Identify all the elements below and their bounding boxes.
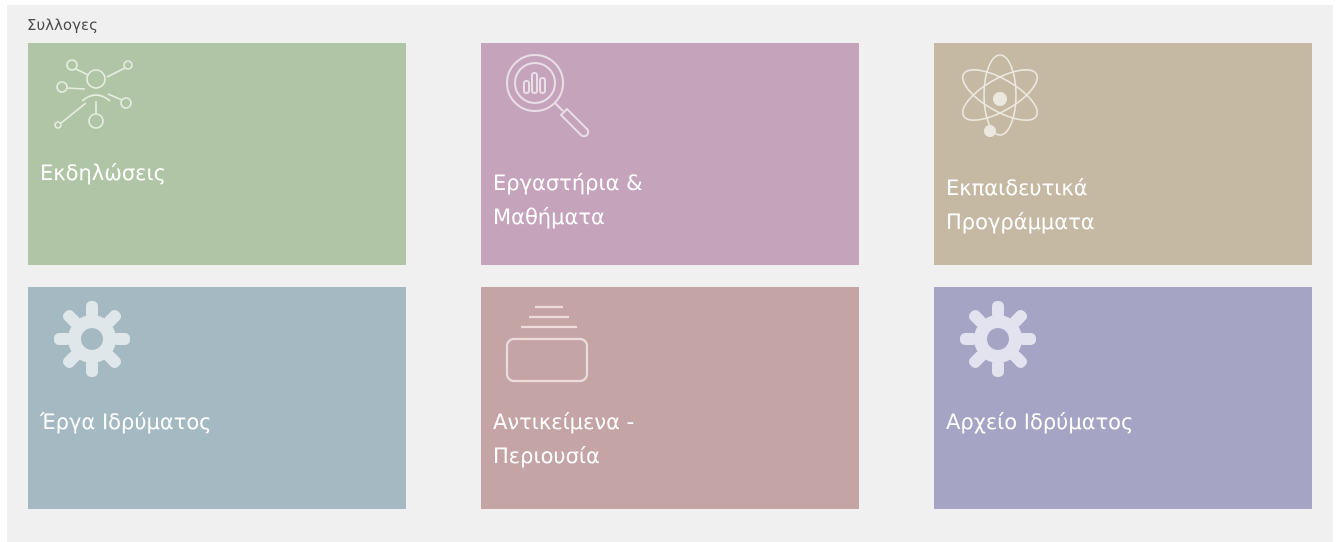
tile-label: Αρχείο Ιδρύματος bbox=[946, 410, 1134, 434]
tile-educational-programs[interactable]: Εκπαιδευτικά Προγράμματα bbox=[934, 43, 1312, 265]
tile-label: Εκπαιδευτικά Προγράμματα bbox=[946, 176, 1095, 234]
collections-panel: Συλλογες Εκδηλώσεις Εργαστήρια & Μαθήματ… bbox=[7, 5, 1333, 542]
atom-icon bbox=[956, 51, 1046, 145]
magnifier-chart-icon bbox=[503, 51, 593, 145]
tile-foundation-archive[interactable]: Αρχείο Ιδρύματος bbox=[934, 287, 1312, 509]
tile-foundation-works[interactable]: Έργα Ιδρύματος bbox=[28, 287, 406, 509]
stacked-box-icon bbox=[503, 295, 593, 389]
tile-label: Έργα Ιδρύματος bbox=[40, 410, 212, 434]
tile-objects-property[interactable]: Αντικείμενα - Περιουσία bbox=[481, 287, 859, 509]
network-people-icon bbox=[52, 51, 136, 139]
gear-icon bbox=[956, 297, 1040, 385]
section-title: Συλλογες bbox=[27, 16, 98, 34]
gear-icon bbox=[50, 297, 134, 385]
tile-label: Αντικείμενα - Περιουσία bbox=[493, 410, 635, 468]
tile-events[interactable]: Εκδηλώσεις bbox=[28, 43, 406, 265]
tile-label: Εργαστήρια & Μαθήματα bbox=[493, 171, 643, 229]
tile-workshops-lessons[interactable]: Εργαστήρια & Μαθήματα bbox=[481, 43, 859, 265]
tile-label: Εκδηλώσεις bbox=[40, 161, 166, 185]
